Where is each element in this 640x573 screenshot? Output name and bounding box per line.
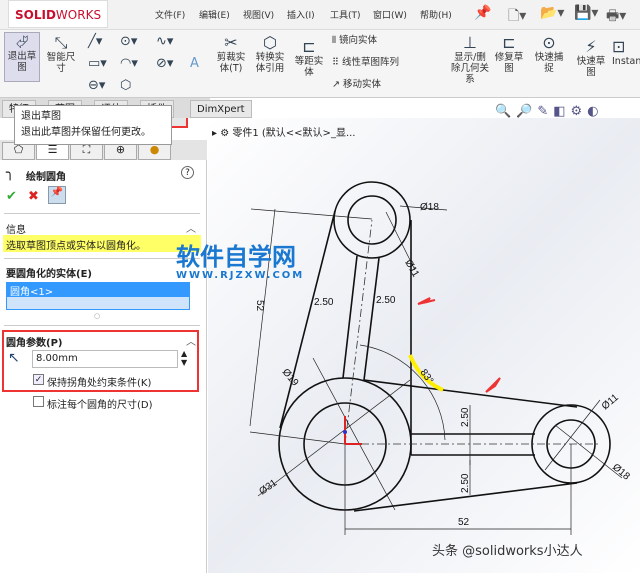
dim-52-vertical[interactable]: 52: [254, 300, 265, 312]
part-icon: ⚙: [220, 128, 233, 139]
red-arrow-icon: [485, 377, 501, 393]
rod-right-edge: [363, 257, 380, 381]
tooltip-description: 退出此草图并保留任何更改。: [21, 127, 151, 138]
top-boss-outer: [333, 181, 411, 259]
top-boss-inner: [347, 195, 397, 245]
dim-d11-right[interactable]: Ø11: [600, 392, 621, 412]
dim-d18-top[interactable]: Ø18: [420, 202, 439, 213]
tooltip-title: 退出草图: [21, 111, 61, 122]
angle-arc: [359, 344, 446, 441]
credit-watermark: 头条 @solidworks小达人: [432, 544, 583, 559]
dim-2.50-rod-right[interactable]: 2.50: [376, 295, 396, 306]
dim-line-52v: [249, 208, 276, 427]
part-name: 零件1 (默认<<默认>_显...: [232, 128, 356, 139]
tooltip: 退出草图 退出此草图并保留任何更改。: [14, 105, 172, 145]
sketch-drawing[interactable]: Ø18 Ø11 Ø19 Ø31 Ø11 Ø18 52 52 2.50 2.50 …: [0, 0, 640, 573]
feature-tree-root[interactable]: ▸ ⚙ 零件1 (默认<<默认>_显...: [212, 124, 355, 139]
red-arrow-icon: [417, 297, 436, 305]
expand-icon[interactable]: ▸: [212, 128, 220, 139]
dim-2.50-hrod-top[interactable]: 2.50: [460, 407, 471, 427]
dim-d19[interactable]: Ø19: [280, 367, 301, 389]
origin-icon: [343, 416, 362, 445]
dim-52-horizontal[interactable]: 52: [458, 517, 470, 528]
dim-2.50-hrod-bottom[interactable]: 2.50: [460, 473, 471, 493]
watermark-logo: 软件自学网 WWW.RJZXW.COM: [176, 243, 305, 281]
dim-2.50-rod-left[interactable]: 2.50: [314, 297, 334, 308]
dim-d18-right[interactable]: Ø18: [610, 462, 632, 483]
dim-d11-top[interactable]: Ø11: [402, 258, 421, 280]
dim-d31[interactable]: Ø31: [257, 477, 279, 497]
